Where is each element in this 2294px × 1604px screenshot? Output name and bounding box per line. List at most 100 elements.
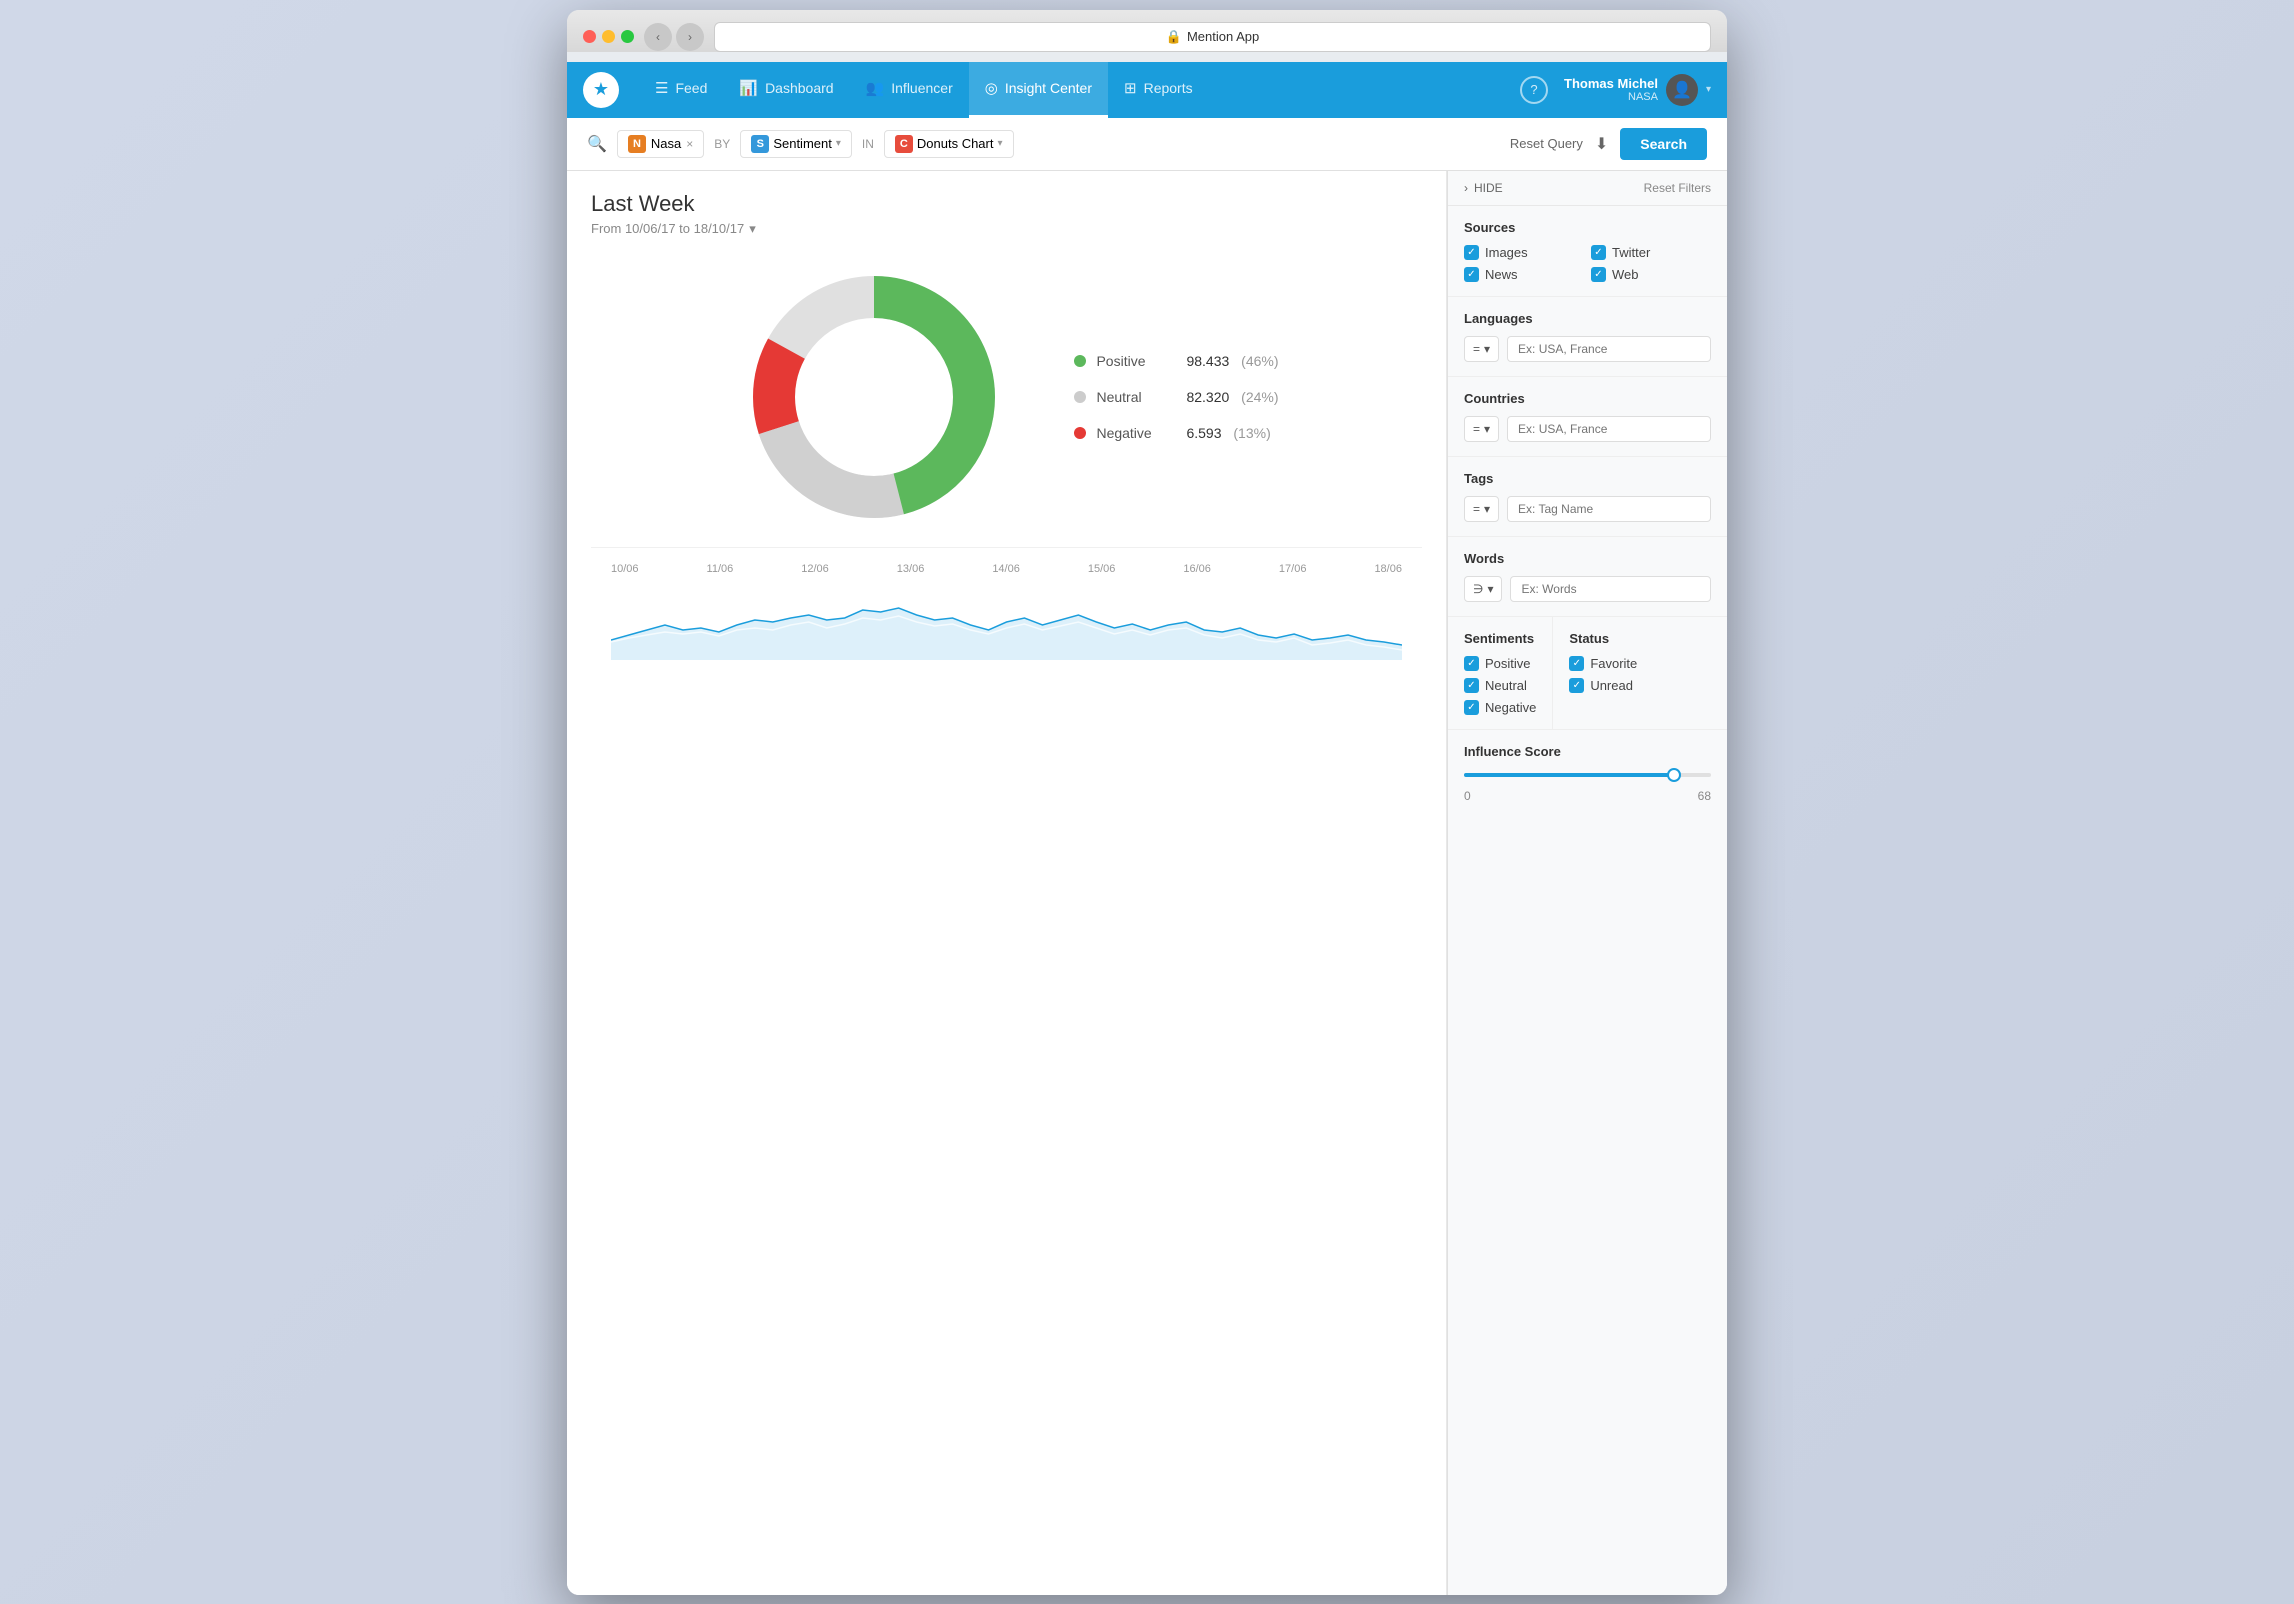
slider-labels: 0 68 bbox=[1464, 789, 1711, 803]
news-checkbox[interactable] bbox=[1464, 267, 1479, 282]
influence-score-section: Influence Score 0 68 bbox=[1448, 730, 1727, 817]
traffic-lights bbox=[583, 30, 634, 43]
countries-operator[interactable]: = ▾ bbox=[1464, 416, 1499, 442]
sentiment-neutral[interactable]: Neutral bbox=[1464, 678, 1536, 693]
sentiment-positive[interactable]: Positive bbox=[1464, 656, 1536, 671]
user-info[interactable]: Thomas Michel NASA 👤 ▾ bbox=[1564, 74, 1711, 106]
close-button[interactable] bbox=[583, 30, 596, 43]
sources-checkboxes: Images Twitter News Web bbox=[1464, 245, 1711, 282]
images-checkbox[interactable] bbox=[1464, 245, 1479, 260]
tl-label-6: 16/06 bbox=[1183, 563, 1211, 575]
hide-bar[interactable]: › HIDE Reset Filters bbox=[1448, 171, 1727, 206]
words-operator[interactable]: ∋ ▾ bbox=[1464, 576, 1502, 602]
positive-value: 98.433 (46%) bbox=[1186, 353, 1278, 369]
sources-section: Sources Images Twitter News bbox=[1448, 206, 1727, 297]
influence-title: Influence Score bbox=[1464, 744, 1711, 759]
countries-section: Countries = ▾ bbox=[1448, 377, 1727, 457]
positive-label: Positive bbox=[1096, 353, 1176, 369]
sentiment-tag-label: Sentiment bbox=[773, 136, 832, 151]
browser-nav-arrows: ‹ › bbox=[644, 23, 704, 51]
by-label: BY bbox=[714, 137, 730, 151]
lock-icon: 🔒 bbox=[1166, 29, 1182, 45]
tags-chevron-icon: ▾ bbox=[1484, 502, 1490, 516]
slider-thumb[interactable] bbox=[1667, 768, 1681, 782]
nav-item-influencer[interactable]: 👥 Influencer bbox=[850, 62, 969, 118]
reset-query-button[interactable]: Reset Query bbox=[1510, 136, 1583, 151]
sentiments-status-section: Sentiments Positive Neutral bbox=[1448, 617, 1727, 730]
negative-count: 6.593 bbox=[1186, 425, 1221, 441]
timeline-svg bbox=[611, 580, 1402, 660]
negative-dot bbox=[1074, 427, 1086, 439]
source-twitter[interactable]: Twitter bbox=[1591, 245, 1711, 260]
donuts-filter-tag[interactable]: C Donuts Chart ▾ bbox=[884, 130, 1014, 158]
source-images[interactable]: Images bbox=[1464, 245, 1584, 260]
countries-chevron-icon: ▾ bbox=[1484, 422, 1490, 436]
tl-label-3: 13/06 bbox=[897, 563, 925, 575]
source-web[interactable]: Web bbox=[1591, 267, 1711, 282]
favorite-label: Favorite bbox=[1590, 656, 1637, 671]
donuts-chevron-icon: ▾ bbox=[997, 138, 1002, 149]
words-section: Words ∋ ▾ bbox=[1448, 537, 1727, 617]
words-filter-row: ∋ ▾ bbox=[1464, 576, 1711, 602]
nav-right: ? Thomas Michel NASA 👤 ▾ bbox=[1520, 74, 1711, 106]
address-bar[interactable]: 🔒 Mention App bbox=[714, 22, 1711, 52]
tl-label-4: 14/06 bbox=[992, 563, 1020, 575]
sentiment-filter-tag[interactable]: S Sentiment ▾ bbox=[740, 130, 852, 158]
languages-input[interactable] bbox=[1507, 336, 1711, 362]
help-button[interactable]: ? bbox=[1520, 76, 1548, 104]
status-favorite[interactable]: Favorite bbox=[1569, 656, 1711, 671]
sentiment-negative-checkbox[interactable] bbox=[1464, 700, 1479, 715]
user-chevron-icon: ▾ bbox=[1706, 84, 1711, 95]
countries-title: Countries bbox=[1464, 391, 1711, 406]
forward-arrow[interactable]: › bbox=[676, 23, 704, 51]
minimize-button[interactable] bbox=[602, 30, 615, 43]
languages-filter-row: = ▾ bbox=[1464, 336, 1711, 362]
positive-count: 98.433 bbox=[1186, 353, 1229, 369]
maximize-button[interactable] bbox=[621, 30, 634, 43]
status-unread[interactable]: Unread bbox=[1569, 678, 1711, 693]
legend-neutral: Neutral 82.320 (24%) bbox=[1074, 389, 1278, 405]
sentiment-neutral-label: Neutral bbox=[1485, 678, 1527, 693]
favorite-checkbox[interactable] bbox=[1569, 656, 1584, 671]
unread-label: Unread bbox=[1590, 678, 1633, 693]
download-button[interactable]: ⬇ bbox=[1595, 134, 1608, 154]
sentiments-title: Sentiments bbox=[1464, 631, 1536, 646]
unread-checkbox[interactable] bbox=[1569, 678, 1584, 693]
timeline-area: 10/06 11/06 12/06 13/06 14/06 15/06 16/0… bbox=[591, 547, 1422, 660]
nav-item-feed[interactable]: ☰ Feed bbox=[639, 62, 723, 118]
sentiment-negative[interactable]: Negative bbox=[1464, 700, 1536, 715]
sentiment-positive-checkbox[interactable] bbox=[1464, 656, 1479, 671]
influencer-icon: 👥 bbox=[866, 79, 885, 97]
languages-section: Languages = ▾ bbox=[1448, 297, 1727, 377]
nasa-tag-close[interactable]: × bbox=[686, 137, 693, 151]
donuts-tag-icon: C bbox=[895, 135, 913, 153]
donut-svg bbox=[734, 257, 1014, 537]
nav-item-reports[interactable]: ⊞ Reports bbox=[1108, 62, 1209, 118]
search-button[interactable]: Search bbox=[1620, 128, 1707, 160]
chart-subtitle[interactable]: From 10/06/17 to 18/10/17 ▾ bbox=[591, 221, 1422, 237]
twitter-checkbox[interactable] bbox=[1591, 245, 1606, 260]
negative-label: Negative bbox=[1096, 425, 1176, 441]
web-checkbox[interactable] bbox=[1591, 267, 1606, 282]
filter-search-icon[interactable]: 🔍 bbox=[587, 134, 607, 154]
sentiment-neutral-checkbox[interactable] bbox=[1464, 678, 1479, 693]
influence-slider[interactable] bbox=[1464, 769, 1711, 781]
words-input[interactable] bbox=[1510, 576, 1711, 602]
countries-input[interactable] bbox=[1507, 416, 1711, 442]
filter-right: Reset Query ⬇ Search bbox=[1510, 128, 1707, 160]
nav-item-dashboard[interactable]: 📊 Dashboard bbox=[723, 62, 849, 118]
nasa-filter-tag[interactable]: N Nasa × bbox=[617, 130, 704, 158]
back-arrow[interactable]: ‹ bbox=[644, 23, 672, 51]
negative-pct: (13%) bbox=[1233, 425, 1270, 441]
reset-filters-button[interactable]: Reset Filters bbox=[1644, 181, 1711, 195]
languages-operator[interactable]: = ▾ bbox=[1464, 336, 1499, 362]
tags-input[interactable] bbox=[1507, 496, 1711, 522]
nav-item-insight-center[interactable]: ◎ Insight Center bbox=[969, 62, 1108, 118]
browser-chrome: ‹ › 🔒 Mention App bbox=[567, 10, 1727, 52]
tl-label-5: 15/06 bbox=[1088, 563, 1116, 575]
neutral-label: Neutral bbox=[1096, 389, 1176, 405]
tags-operator[interactable]: = ▾ bbox=[1464, 496, 1499, 522]
neutral-pct: (24%) bbox=[1241, 389, 1278, 405]
source-news[interactable]: News bbox=[1464, 267, 1584, 282]
nav-logo[interactable]: ★ bbox=[583, 72, 619, 108]
